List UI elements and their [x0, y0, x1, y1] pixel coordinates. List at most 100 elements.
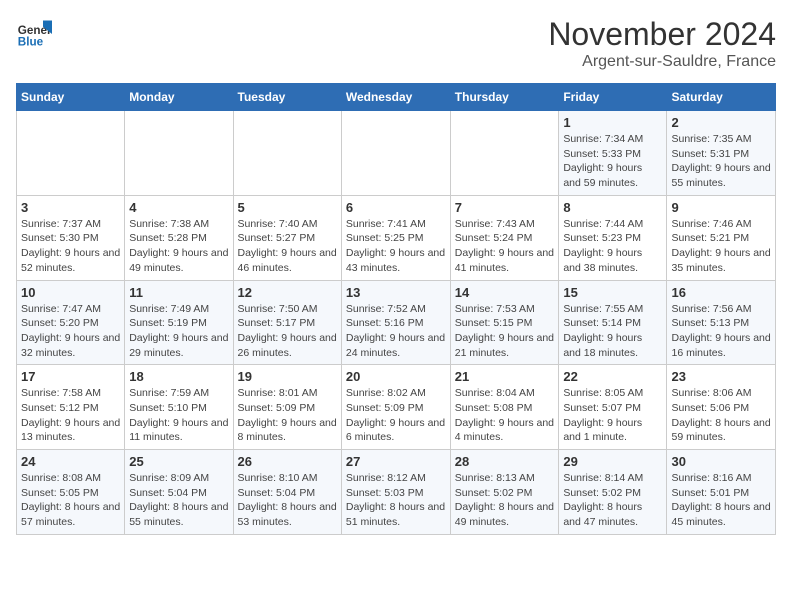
- col-sunday: Sunday: [17, 84, 125, 111]
- day-cell-2-5: 15 Sunrise: 7:55 AMSunset: 5:14 PMDayligh…: [559, 280, 667, 365]
- day-info: Sunrise: 7:50 AMSunset: 5:17 PMDaylight:…: [238, 302, 337, 361]
- day-number: 6: [346, 200, 446, 215]
- day-number: 13: [346, 285, 446, 300]
- day-info: Sunrise: 7:40 AMSunset: 5:27 PMDaylight:…: [238, 217, 337, 276]
- col-thursday: Thursday: [450, 84, 559, 111]
- day-info: Sunrise: 7:55 AMSunset: 5:14 PMDaylight:…: [563, 302, 662, 361]
- day-number: 26: [238, 454, 337, 469]
- calendar-header-row: Sunday Monday Tuesday Wednesday Thursday…: [17, 84, 776, 111]
- day-number: 24: [21, 454, 120, 469]
- day-cell-0-3: [341, 111, 450, 196]
- day-info: Sunrise: 8:14 AMSunset: 5:02 PMDaylight:…: [563, 471, 662, 530]
- day-info: Sunrise: 8:12 AMSunset: 5:03 PMDaylight:…: [346, 471, 446, 530]
- day-number: 7: [455, 200, 555, 215]
- day-number: 19: [238, 369, 337, 384]
- day-cell-3-4: 21 Sunrise: 8:04 AMSunset: 5:08 PMDayligh…: [450, 365, 559, 450]
- day-cell-4-5: 29 Sunrise: 8:14 AMSunset: 5:02 PMDayligh…: [559, 450, 667, 535]
- day-cell-4-4: 28Sunrise: 8:13 AMSunset: 5:02 PMDayligh…: [450, 450, 559, 535]
- day-cell-2-6: 16 Sunrise: 7:56 AMSunset: 5:13 PMDayligh…: [667, 280, 776, 365]
- week-row-2: 3 Sunrise: 7:37 AMSunset: 5:30 PMDaylight…: [17, 195, 776, 280]
- day-info: Sunrise: 8:05 AMSunset: 5:07 PMDaylight:…: [563, 386, 662, 445]
- day-cell-4-1: 25Sunrise: 8:09 AMSunset: 5:04 PMDayligh…: [125, 450, 233, 535]
- day-number: 15: [563, 285, 662, 300]
- day-info: Sunrise: 7:34 AMSunset: 5:33 PMDaylight:…: [563, 132, 662, 191]
- day-info: Sunrise: 7:58 AMSunset: 5:12 PMDaylight:…: [21, 386, 120, 445]
- day-cell-2-1: 11Sunrise: 7:49 AMSunset: 5:19 PMDayligh…: [125, 280, 233, 365]
- col-monday: Monday: [125, 84, 233, 111]
- day-cell-3-2: 19 Sunrise: 8:01 AMSunset: 5:09 PMDayligh…: [233, 365, 341, 450]
- day-info: Sunrise: 7:44 AMSunset: 5:23 PMDaylight:…: [563, 217, 662, 276]
- day-cell-3-6: 23Sunrise: 8:06 AMSunset: 5:06 PMDayligh…: [667, 365, 776, 450]
- day-info: Sunrise: 8:04 AMSunset: 5:08 PMDaylight:…: [455, 386, 555, 445]
- day-info: Sunrise: 7:35 AMSunset: 5:31 PMDaylight:…: [671, 132, 771, 191]
- day-cell-0-6: 2 Sunrise: 7:35 AMSunset: 5:31 PMDaylight…: [667, 111, 776, 196]
- day-info: Sunrise: 7:59 AMSunset: 5:10 PMDaylight:…: [129, 386, 228, 445]
- location-title: Argent-sur-Sauldre, France: [548, 53, 776, 71]
- col-saturday: Saturday: [667, 84, 776, 111]
- day-cell-2-3: 13 Sunrise: 7:52 AMSunset: 5:16 PMDayligh…: [341, 280, 450, 365]
- title-area: November 2024 Argent-sur-Sauldre, France: [548, 16, 776, 71]
- day-info: Sunrise: 8:02 AMSunset: 5:09 PMDaylight:…: [346, 386, 446, 445]
- day-number: 16: [671, 285, 771, 300]
- day-number: 18: [129, 369, 228, 384]
- day-number: 30: [671, 454, 771, 469]
- day-cell-0-4: [450, 111, 559, 196]
- day-info: Sunrise: 7:37 AMSunset: 5:30 PMDaylight:…: [21, 217, 120, 276]
- day-cell-1-3: 6 Sunrise: 7:41 AMSunset: 5:25 PMDaylight…: [341, 195, 450, 280]
- day-cell-0-0: [17, 111, 125, 196]
- week-row-5: 24 Sunrise: 8:08 AMSunset: 5:05 PMDayligh…: [17, 450, 776, 535]
- day-number: 12: [238, 285, 337, 300]
- day-number: 5: [238, 200, 337, 215]
- day-cell-3-1: 18 Sunrise: 7:59 AMSunset: 5:10 PMDayligh…: [125, 365, 233, 450]
- day-info: Sunrise: 7:52 AMSunset: 5:16 PMDaylight:…: [346, 302, 446, 361]
- svg-text:Blue: Blue: [18, 36, 44, 49]
- day-info: Sunrise: 7:46 AMSunset: 5:21 PMDaylight:…: [671, 217, 771, 276]
- day-cell-1-5: 8 Sunrise: 7:44 AMSunset: 5:23 PMDaylight…: [559, 195, 667, 280]
- day-number: 2: [671, 115, 771, 130]
- day-info: Sunrise: 7:53 AMSunset: 5:15 PMDaylight:…: [455, 302, 555, 361]
- day-cell-1-2: 5 Sunrise: 7:40 AMSunset: 5:27 PMDaylight…: [233, 195, 341, 280]
- day-cell-3-0: 17 Sunrise: 7:58 AMSunset: 5:12 PMDayligh…: [17, 365, 125, 450]
- day-cell-3-3: 20 Sunrise: 8:02 AMSunset: 5:09 PMDayligh…: [341, 365, 450, 450]
- day-number: 20: [346, 369, 446, 384]
- day-info: Sunrise: 7:43 AMSunset: 5:24 PMDaylight:…: [455, 217, 555, 276]
- day-info: Sunrise: 8:08 AMSunset: 5:05 PMDaylight:…: [21, 471, 120, 530]
- day-number: 25: [129, 454, 228, 469]
- col-friday: Friday: [559, 84, 667, 111]
- day-cell-4-0: 24 Sunrise: 8:08 AMSunset: 5:05 PMDayligh…: [17, 450, 125, 535]
- calendar-table: Sunday Monday Tuesday Wednesday Thursday…: [16, 83, 776, 535]
- logo: General Blue: [16, 16, 52, 52]
- day-number: 8: [563, 200, 662, 215]
- day-number: 3: [21, 200, 120, 215]
- day-number: 29: [563, 454, 662, 469]
- week-row-3: 10 Sunrise: 7:47 AMSunset: 5:20 PMDayligh…: [17, 280, 776, 365]
- day-number: 17: [21, 369, 120, 384]
- day-cell-3-5: 22Sunrise: 8:05 AMSunset: 5:07 PMDayligh…: [559, 365, 667, 450]
- day-cell-4-6: 30 Sunrise: 8:16 AMSunset: 5:01 PMDayligh…: [667, 450, 776, 535]
- day-info: Sunrise: 7:38 AMSunset: 5:28 PMDaylight:…: [129, 217, 228, 276]
- day-cell-0-1: [125, 111, 233, 196]
- logo-icon: General Blue: [16, 16, 52, 52]
- day-info: Sunrise: 7:41 AMSunset: 5:25 PMDaylight:…: [346, 217, 446, 276]
- day-cell-4-3: 27Sunrise: 8:12 AMSunset: 5:03 PMDayligh…: [341, 450, 450, 535]
- page-header: General Blue November 2024 Argent-sur-Sa…: [16, 16, 776, 71]
- day-number: 1: [563, 115, 662, 130]
- day-cell-1-1: 4Sunrise: 7:38 AMSunset: 5:28 PMDaylight…: [125, 195, 233, 280]
- day-info: Sunrise: 8:16 AMSunset: 5:01 PMDaylight:…: [671, 471, 771, 530]
- week-row-1: 1 Sunrise: 7:34 AMSunset: 5:33 PMDaylight…: [17, 111, 776, 196]
- day-cell-1-6: 9 Sunrise: 7:46 AMSunset: 5:21 PMDaylight…: [667, 195, 776, 280]
- day-cell-4-2: 26Sunrise: 8:10 AMSunset: 5:04 PMDayligh…: [233, 450, 341, 535]
- day-info: Sunrise: 7:47 AMSunset: 5:20 PMDaylight:…: [21, 302, 120, 361]
- day-number: 11: [129, 285, 228, 300]
- day-info: Sunrise: 7:56 AMSunset: 5:13 PMDaylight:…: [671, 302, 771, 361]
- day-number: 14: [455, 285, 555, 300]
- col-wednesday: Wednesday: [341, 84, 450, 111]
- day-number: 9: [671, 200, 771, 215]
- day-info: Sunrise: 8:01 AMSunset: 5:09 PMDaylight:…: [238, 386, 337, 445]
- day-cell-1-0: 3 Sunrise: 7:37 AMSunset: 5:30 PMDaylight…: [17, 195, 125, 280]
- day-cell-2-2: 12 Sunrise: 7:50 AMSunset: 5:17 PMDayligh…: [233, 280, 341, 365]
- day-number: 10: [21, 285, 120, 300]
- day-number: 21: [455, 369, 555, 384]
- day-cell-1-4: 7 Sunrise: 7:43 AMSunset: 5:24 PMDaylight…: [450, 195, 559, 280]
- day-info: Sunrise: 8:13 AMSunset: 5:02 PMDaylight:…: [455, 471, 555, 530]
